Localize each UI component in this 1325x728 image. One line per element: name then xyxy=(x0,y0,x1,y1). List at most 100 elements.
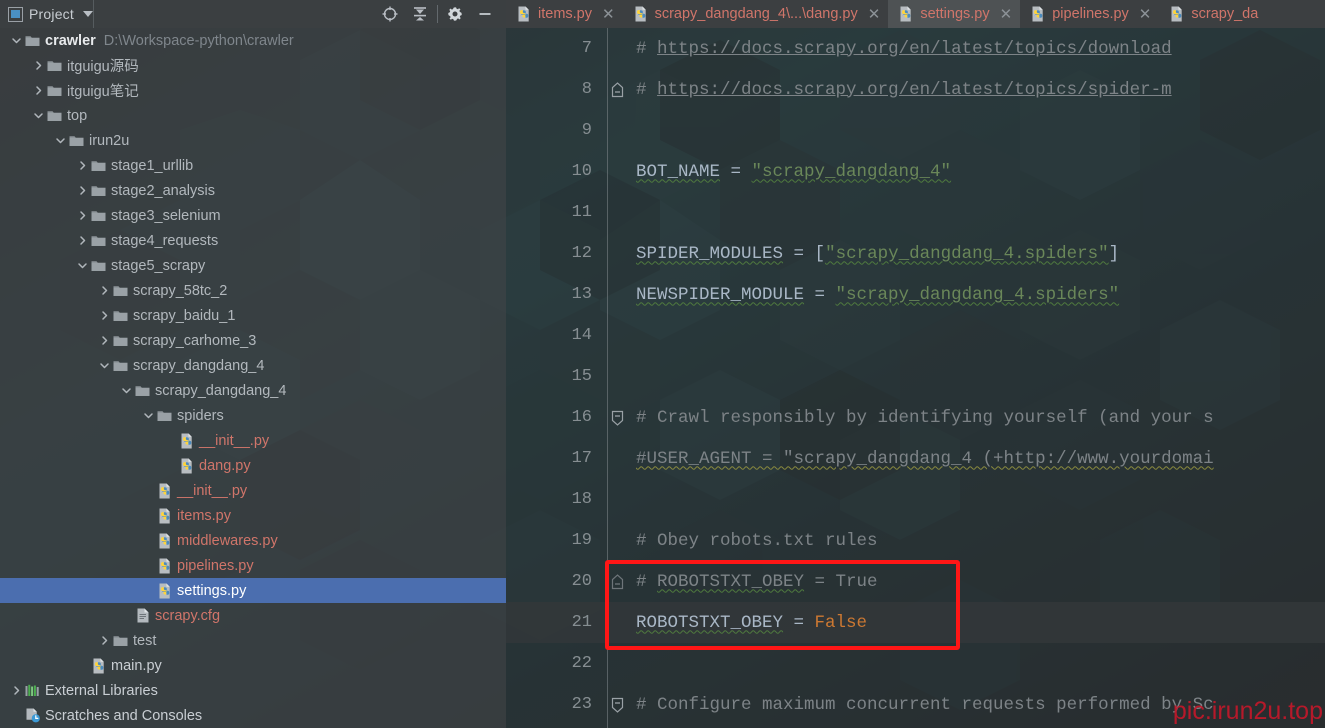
code-line[interactable]: 18 xyxy=(506,479,1325,520)
tree-row[interactable]: __init__.py xyxy=(0,428,506,453)
tree-row[interactable]: External Libraries xyxy=(0,678,506,703)
chevron-right-icon[interactable] xyxy=(8,678,24,703)
tree-row[interactable]: items.py xyxy=(0,503,506,528)
tree-row[interactable]: stage2_analysis xyxy=(0,178,506,203)
editor-tab[interactable]: scrapy_dangdang_4\...\dang.py ✕ xyxy=(623,0,889,28)
project-panel-header: Project xyxy=(0,0,506,28)
chevron-down-icon[interactable] xyxy=(52,128,68,153)
code-line[interactable]: 9 xyxy=(506,110,1325,151)
code-token: # Crawl responsibly by identifying yours… xyxy=(636,407,1214,428)
gear-icon[interactable] xyxy=(440,0,470,28)
code-line-current[interactable]: 21 ROBOTSTXT_OBEY = False xyxy=(506,602,1325,643)
fold-marker-icon[interactable] xyxy=(604,684,630,725)
chevron-right-icon[interactable] xyxy=(74,153,90,178)
project-tree[interactable]: crawler D:\Workspace-python\crawler itguig… xyxy=(0,28,506,728)
tree-row[interactable]: scrapy_baidu_1 xyxy=(0,303,506,328)
chevron-down-icon[interactable] xyxy=(8,28,24,53)
close-icon[interactable]: ✕ xyxy=(1139,7,1152,22)
chevron-right-icon[interactable] xyxy=(96,628,112,653)
fold-marker-icon[interactable] xyxy=(604,69,630,110)
code-line[interactable]: 10 BOT_NAME = "scrapy_dangdang_4" xyxy=(506,151,1325,192)
folder-icon xyxy=(112,278,129,303)
tree-row[interactable]: scrapy.cfg xyxy=(0,603,506,628)
fold-marker-icon[interactable] xyxy=(604,561,630,602)
tree-row[interactable]: top xyxy=(0,103,506,128)
chevron-down-icon[interactable] xyxy=(82,11,93,17)
tree-row[interactable]: main.py xyxy=(0,653,506,678)
chevron-down-icon[interactable] xyxy=(30,103,46,128)
folder-icon xyxy=(90,153,107,178)
tree-row[interactable]: scrapy_dangdang_4 xyxy=(0,353,506,378)
chevron-right-icon[interactable] xyxy=(74,203,90,228)
tree-row[interactable]: stage5_scrapy xyxy=(0,253,506,278)
code-line[interactable]: 14 xyxy=(506,315,1325,356)
tree-row[interactable]: itguigu笔记 xyxy=(0,78,506,103)
editor-tab[interactable]: scrapy_da xyxy=(1159,0,1266,28)
close-icon[interactable]: ✕ xyxy=(1000,7,1013,22)
chevron-right-icon[interactable] xyxy=(96,303,112,328)
chevron-down-icon[interactable] xyxy=(74,253,90,278)
code-line[interactable]: 11 xyxy=(506,192,1325,233)
project-title-group[interactable]: Project xyxy=(0,6,93,22)
chevron-right-icon[interactable] xyxy=(30,78,46,103)
line-number: 19 xyxy=(571,531,592,550)
tree-row[interactable]: test xyxy=(0,628,506,653)
tree-row[interactable]: spiders xyxy=(0,403,506,428)
tree-row[interactable]: middlewares.py xyxy=(0,528,506,553)
code-line[interactable]: 8 # https://docs.scrapy.org/en/latest/top… xyxy=(506,69,1325,110)
code-lines-container[interactable]: 7 # https://docs.scrapy.org/en/latest/top… xyxy=(506,28,1325,725)
tree-row[interactable]: crawler D:\Workspace-python\crawler xyxy=(0,28,506,53)
chevron-down-icon[interactable] xyxy=(118,378,134,403)
code-line[interactable]: 15 xyxy=(506,356,1325,397)
tree-row[interactable]: stage1_urllib xyxy=(0,153,506,178)
locate-target-icon[interactable] xyxy=(375,0,405,28)
chevron-down-icon[interactable] xyxy=(96,353,112,378)
fold-gutter xyxy=(604,110,630,151)
tree-row[interactable]: scrapy_dangdang_4 xyxy=(0,378,506,403)
editor-tab-label: scrapy_da xyxy=(1191,6,1259,22)
fold-gutter xyxy=(604,643,630,684)
collapse-all-icon[interactable] xyxy=(405,0,435,28)
editor-tab-bar[interactable]: items.py ✕ scrapy_dangdang_4\...\dang.py ✕ s… xyxy=(506,0,1325,28)
code-line[interactable]: 13 NEWSPIDER_MODULE = "scrapy_dangdang_4.… xyxy=(506,274,1325,315)
chevron-right-icon[interactable] xyxy=(30,53,46,78)
chevron-right-icon[interactable] xyxy=(96,328,112,353)
tree-root-path: D:\Workspace-python\crawler xyxy=(103,32,294,49)
tree-row[interactable]: irun2u xyxy=(0,128,506,153)
tree-row[interactable]: pipelines.py xyxy=(0,553,506,578)
code-line[interactable]: 19 # Obey robots.txt rules xyxy=(506,520,1325,561)
editor-tab[interactable]: items.py ✕ xyxy=(506,0,623,28)
code-line[interactable]: 17 #USER_AGENT = "scrapy_dangdang_4 (+htt… xyxy=(506,438,1325,479)
code-line[interactable]: 20 # ROBOTSTXT_OBEY = True xyxy=(506,561,1325,602)
editor-tab[interactable]: pipelines.py ✕ xyxy=(1020,0,1159,28)
close-icon[interactable]: ✕ xyxy=(868,7,881,22)
fold-gutter xyxy=(604,438,630,479)
chevron-right-icon[interactable] xyxy=(74,228,90,253)
editor-tab-active[interactable]: settings.py ✕ xyxy=(888,0,1021,28)
tree-row[interactable]: stage4_requests xyxy=(0,228,506,253)
minimize-icon[interactable] xyxy=(470,0,500,28)
chevron-right-icon[interactable] xyxy=(74,178,90,203)
tree-row[interactable]: dang.py xyxy=(0,453,506,478)
chevron-right-icon[interactable] xyxy=(96,278,112,303)
tree-row[interactable]: scrapy_carhome_3 xyxy=(0,328,506,353)
libraries-icon xyxy=(24,678,41,703)
close-icon[interactable]: ✕ xyxy=(602,7,615,22)
folder-icon xyxy=(46,78,63,103)
code-editor[interactable]: 7 # https://docs.scrapy.org/en/latest/top… xyxy=(506,28,1325,728)
tree-row-selected[interactable]: settings.py xyxy=(0,578,506,603)
code-line[interactable]: 22 xyxy=(506,643,1325,684)
tree-row[interactable]: itguigu源码 xyxy=(0,53,506,78)
tree-row[interactable]: stage3_selenium xyxy=(0,203,506,228)
chevron-down-icon[interactable] xyxy=(140,403,156,428)
tree-row[interactable]: __init__.py xyxy=(0,478,506,503)
tree-row-label: middlewares.py xyxy=(177,532,278,549)
code-line[interactable]: 12 SPIDER_MODULES = ["scrapy_dangdang_4.s… xyxy=(506,233,1325,274)
code-line[interactable]: 16 # Crawl responsibly by identifying you… xyxy=(506,397,1325,438)
line-number: 22 xyxy=(571,654,592,673)
fold-marker-icon[interactable] xyxy=(604,397,630,438)
python-file-icon xyxy=(156,503,173,528)
tree-row[interactable]: scrapy_58tc_2 xyxy=(0,278,506,303)
code-line[interactable]: 7 # https://docs.scrapy.org/en/latest/top… xyxy=(506,28,1325,69)
tree-row[interactable]: Scratches and Consoles xyxy=(0,703,506,728)
